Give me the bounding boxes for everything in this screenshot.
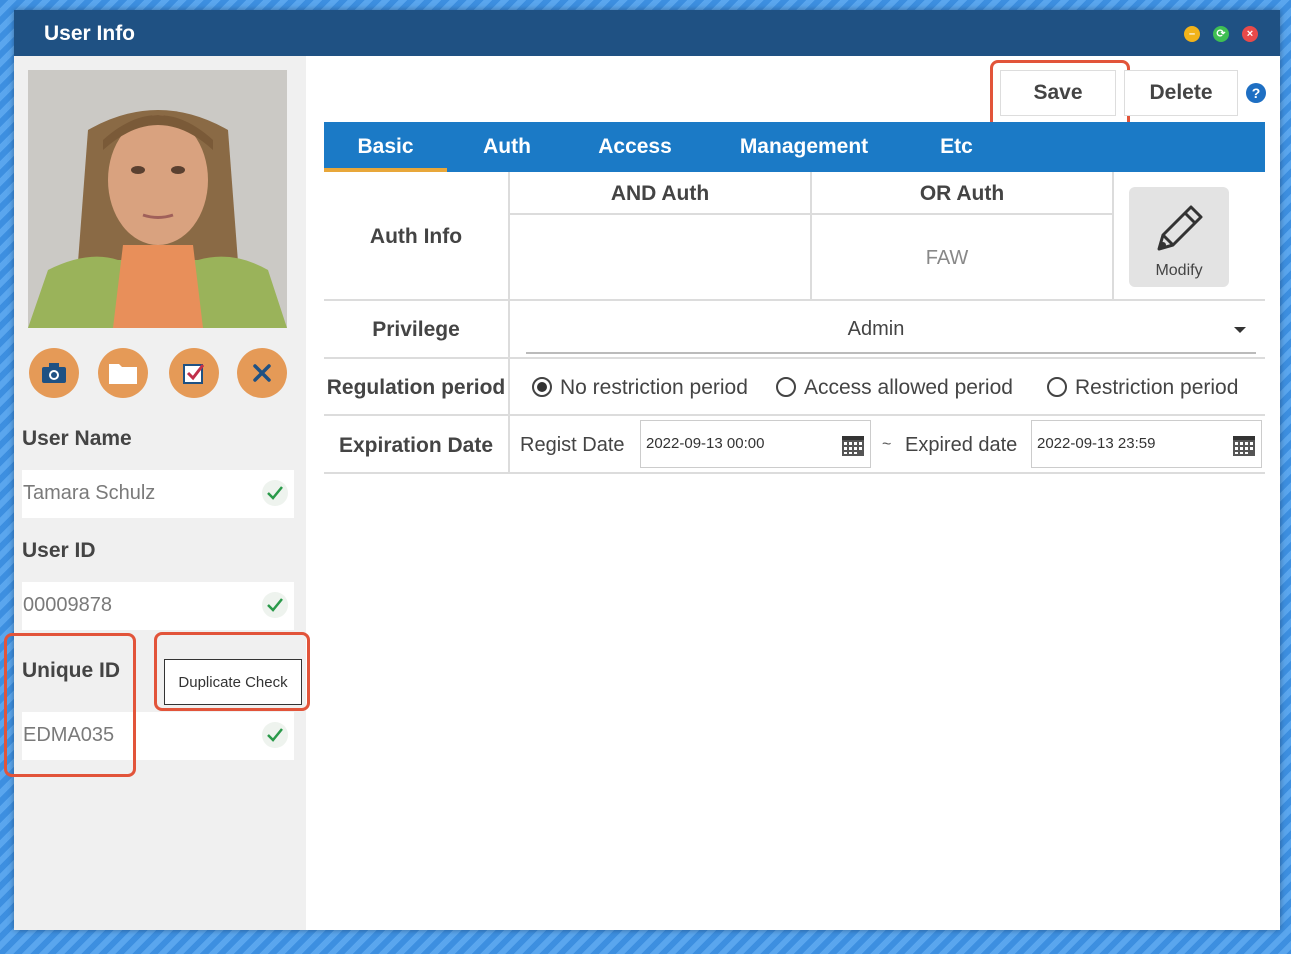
tab-basic[interactable]: Basic	[324, 122, 447, 172]
or-auth-value: FAW	[925, 247, 969, 269]
privilege-underline	[526, 352, 1256, 354]
user-info-window: User Info – ⟳ × User Name Tamara Schulz …	[4, 10, 1280, 930]
checkbox-button[interactable]	[169, 348, 219, 398]
check-icon	[262, 722, 288, 748]
regist-date-label: Regist Date	[520, 434, 625, 456]
tab-management[interactable]: Management	[724, 122, 884, 172]
camera-icon	[42, 363, 66, 383]
restore-icon[interactable]: ⟳	[1213, 26, 1229, 42]
unique-id-field[interactable]: EDMA035	[22, 712, 294, 760]
radio-access-allowed-label[interactable]: Access allowed period	[804, 376, 1013, 400]
unique-id-label: Unique ID	[22, 659, 120, 682]
checkbox-icon	[183, 364, 205, 384]
camera-button[interactable]	[29, 348, 79, 398]
folder-icon	[109, 364, 137, 384]
auth-info-label: Auth Info	[369, 225, 463, 248]
user-id-value: 00009878	[23, 594, 112, 616]
range-tilde: ~	[882, 436, 892, 453]
title-bar[interactable]: User Info – ⟳ ×	[14, 10, 1280, 56]
modify-button[interactable]: Modify	[1129, 187, 1229, 287]
check-icon	[262, 592, 288, 618]
grid-divider	[508, 213, 1112, 215]
unique-id-value: EDMA035	[23, 724, 115, 746]
user-id-label: User ID	[22, 539, 96, 562]
radio-no-restriction[interactable]	[532, 377, 552, 397]
close-icon	[253, 364, 271, 382]
expired-date-value: 2022-09-13 23:59	[1037, 435, 1156, 452]
pencil-icon	[1157, 205, 1203, 251]
grid-divider	[508, 172, 510, 474]
grid-divider	[324, 414, 1265, 416]
minimize-icon[interactable]: –	[1184, 26, 1200, 42]
and-auth-header: AND Auth	[610, 182, 710, 205]
grid-divider	[1112, 172, 1114, 300]
tab-auth[interactable]: Auth	[462, 122, 552, 172]
grid-divider	[324, 472, 1265, 474]
radio-restriction-label[interactable]: Restriction period	[1075, 376, 1238, 400]
folder-button[interactable]	[98, 348, 148, 398]
regulation-period-label: Regulation period	[326, 376, 506, 399]
delete-button[interactable]: Delete	[1124, 70, 1238, 116]
modify-label: Modify	[1155, 262, 1203, 279]
user-name-label: User Name	[22, 427, 132, 450]
save-button[interactable]: Save	[1000, 70, 1116, 116]
user-name-value: Tamara Schulz	[23, 482, 156, 504]
check-icon	[262, 480, 288, 506]
grid-divider	[324, 357, 1265, 359]
user-photo	[28, 70, 287, 328]
tab-bar: Basic Auth Access Management Etc	[324, 122, 1265, 172]
remove-photo-button[interactable]	[237, 348, 287, 398]
left-panel: User Name Tamara Schulz User ID 00009878…	[14, 56, 306, 930]
calendar-icon[interactable]	[1232, 433, 1256, 457]
expiration-date-label: Expiration Date	[338, 434, 494, 457]
grid-divider	[324, 299, 1265, 301]
duplicate-check-button[interactable]: Duplicate Check	[164, 659, 302, 705]
window-title: User Info	[44, 22, 136, 45]
privilege-select[interactable]: Admin	[526, 318, 1226, 341]
chevron-down-icon[interactable]	[1233, 326, 1247, 334]
radio-no-restriction-label[interactable]: No restriction period	[560, 376, 748, 400]
radio-access-allowed[interactable]	[776, 377, 796, 397]
user-id-field[interactable]: 00009878	[22, 582, 294, 630]
or-auth-header: OR Auth	[919, 182, 1005, 205]
expired-date-input[interactable]: 2022-09-13 23:59	[1031, 420, 1262, 468]
privilege-label: Privilege	[372, 318, 460, 341]
regist-date-input[interactable]: 2022-09-13 00:00	[640, 420, 871, 468]
help-icon[interactable]: ?	[1246, 83, 1266, 103]
calendar-icon[interactable]	[841, 433, 865, 457]
radio-restriction[interactable]	[1047, 377, 1067, 397]
user-name-field[interactable]: Tamara Schulz	[22, 470, 294, 518]
regist-date-value: 2022-09-13 00:00	[646, 435, 765, 452]
expired-date-label: Expired date	[905, 434, 1018, 456]
tab-etc[interactable]: Etc	[924, 122, 989, 172]
close-window-icon[interactable]: ×	[1242, 26, 1258, 42]
tab-access[interactable]: Access	[584, 122, 686, 172]
